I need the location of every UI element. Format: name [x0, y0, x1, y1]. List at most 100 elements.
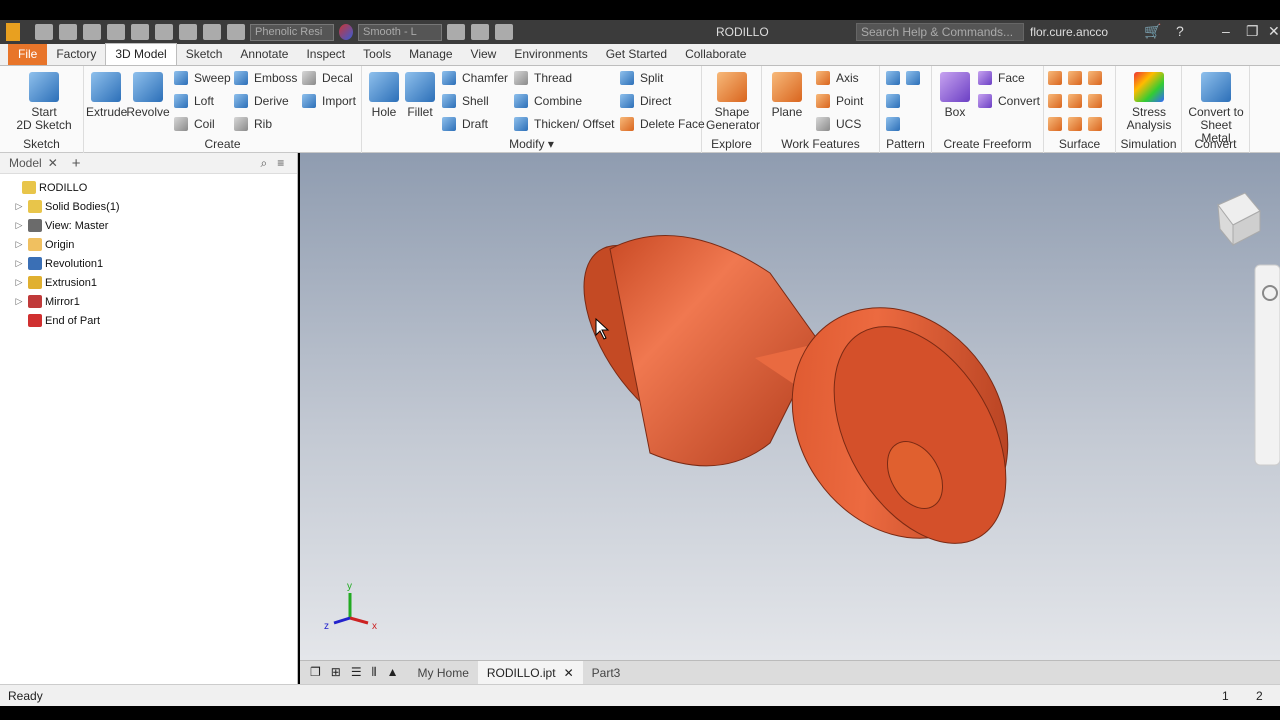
- revolve-button[interactable]: Revolve: [126, 72, 170, 119]
- expand-icon[interactable]: ▷: [14, 239, 24, 250]
- extrude-button[interactable]: Extrude: [86, 72, 127, 119]
- help-icon[interactable]: ?: [1176, 23, 1184, 39]
- sketch-pattern-button[interactable]: [886, 115, 906, 133]
- undo-icon[interactable]: [107, 24, 125, 40]
- coil-button[interactable]: Coil: [174, 115, 215, 133]
- axis-button[interactable]: Axis: [816, 69, 859, 87]
- tile-icon[interactable]: ⊞: [331, 665, 341, 680]
- redo-icon[interactable]: [131, 24, 149, 40]
- face-button[interactable]: Face: [978, 69, 1025, 87]
- search-input[interactable]: Search Help & Commands...: [856, 23, 1024, 41]
- doc-tab-home[interactable]: My Home: [409, 661, 478, 685]
- tab-environments[interactable]: Environments: [505, 44, 596, 65]
- restore-icon[interactable]: ❐: [1246, 23, 1259, 40]
- select-icon[interactable]: [203, 24, 221, 40]
- tree-node[interactable]: End of Part: [0, 311, 297, 330]
- graphics-window[interactable]: y x z: [300, 153, 1280, 660]
- stress-analysis-button[interactable]: Stress Analysis: [1122, 72, 1176, 132]
- tab-tools[interactable]: Tools: [354, 44, 400, 65]
- open-icon[interactable]: [59, 24, 77, 40]
- decal-button[interactable]: Decal: [302, 69, 353, 87]
- shell-button[interactable]: Shell: [442, 92, 489, 110]
- close-tab-icon[interactable]: ✕: [564, 666, 574, 680]
- tab-view[interactable]: View: [462, 44, 506, 65]
- tree-node[interactable]: ▷ Mirror1: [0, 292, 297, 311]
- horizontal-icon[interactable]: ☰: [351, 665, 362, 680]
- tree-node[interactable]: RODILLO: [0, 178, 297, 197]
- surface-tools-row-3[interactable]: [1048, 115, 1108, 133]
- chamfer-button[interactable]: Chamfer: [442, 69, 508, 87]
- fillet-button[interactable]: Fillet: [402, 72, 438, 119]
- rectangular-pattern-button[interactable]: [886, 69, 926, 87]
- close-browser-icon[interactable]: ✕: [48, 156, 58, 170]
- hole-button[interactable]: Hole: [366, 72, 402, 119]
- combine-button[interactable]: Combine: [514, 92, 582, 110]
- direct-button[interactable]: Direct: [620, 92, 671, 110]
- delete-face-button[interactable]: Delete Face: [620, 115, 705, 133]
- view-cube[interactable]: [1217, 192, 1261, 247]
- import-button[interactable]: Import: [302, 92, 356, 110]
- user-menu[interactable]: flor.cure.ancco: [1030, 25, 1108, 39]
- draft-button[interactable]: Draft: [442, 115, 488, 133]
- vertical-icon[interactable]: ⫴: [372, 665, 377, 680]
- tab-sketch[interactable]: Sketch: [177, 44, 232, 65]
- menu-icon[interactable]: ≡: [277, 156, 284, 170]
- thread-button[interactable]: Thread: [514, 69, 572, 87]
- cascade-icon[interactable]: ❐: [310, 665, 321, 680]
- tab-inspect[interactable]: Inspect: [297, 44, 354, 65]
- circular-pattern-button[interactable]: [886, 92, 906, 110]
- convert-sheet-metal-button[interactable]: Convert to Sheet Metal: [1184, 72, 1248, 145]
- expand-icon[interactable]: ▷: [14, 220, 24, 231]
- material-icon[interactable]: [227, 24, 245, 40]
- surface-tools-row-1[interactable]: [1048, 69, 1108, 87]
- cart-icon[interactable]: 🛒: [1144, 23, 1161, 40]
- appearance-dropdown[interactable]: Smooth - L: [358, 23, 442, 41]
- expand-icon[interactable]: ▷: [14, 258, 24, 269]
- derive-button[interactable]: Derive: [234, 92, 289, 110]
- loft-button[interactable]: Loft: [174, 92, 214, 110]
- thicken-offset-button[interactable]: Thicken/ Offset: [514, 115, 614, 133]
- tree-node[interactable]: ▷ Solid Bodies(1): [0, 197, 297, 216]
- up-arrow-icon[interactable]: ▲: [387, 665, 399, 680]
- tree-node[interactable]: ▷ Revolution1: [0, 254, 297, 273]
- panel-modify-label[interactable]: Modify ▾: [362, 137, 701, 151]
- ucs-button[interactable]: UCS: [816, 115, 861, 133]
- tab-factory[interactable]: Factory: [47, 44, 105, 65]
- box-button[interactable]: Box: [936, 72, 974, 119]
- split-button[interactable]: Split: [620, 69, 663, 87]
- plane-button[interactable]: Plane: [768, 72, 806, 119]
- expand-icon[interactable]: ▷: [14, 201, 24, 212]
- tab-manage[interactable]: Manage: [400, 44, 461, 65]
- shape-generator-button[interactable]: Shape Generator: [706, 72, 760, 132]
- tree-node[interactable]: ▷ Extrusion1: [0, 273, 297, 292]
- clear-appearance-icon[interactable]: [447, 24, 465, 40]
- convert-freeform-button[interactable]: Convert: [978, 92, 1040, 110]
- browser-title[interactable]: Model: [9, 156, 42, 170]
- tab-file[interactable]: File: [8, 44, 48, 65]
- rib-button[interactable]: Rib: [234, 115, 272, 133]
- doc-tab-part3[interactable]: Part3: [583, 661, 630, 685]
- surface-tools-row-2[interactable]: [1048, 92, 1108, 110]
- doc-tab-active[interactable]: RODILLO.ipt ✕: [477, 660, 583, 685]
- tree-node[interactable]: ▷ Origin: [0, 235, 297, 254]
- close-icon[interactable]: ✕: [1268, 23, 1280, 40]
- fx-icon[interactable]: [471, 24, 489, 40]
- expand-icon[interactable]: ▷: [14, 296, 24, 307]
- new-icon[interactable]: [35, 24, 53, 40]
- home-icon[interactable]: [155, 24, 173, 40]
- update-icon[interactable]: [179, 24, 197, 40]
- tab-collaborate[interactable]: Collaborate: [676, 44, 755, 65]
- minimize-icon[interactable]: –: [1222, 23, 1230, 39]
- add-icon[interactable]: [495, 24, 513, 40]
- emboss-button[interactable]: Emboss: [234, 69, 297, 87]
- sweep-button[interactable]: Sweep: [174, 69, 231, 87]
- material-dropdown[interactable]: Phenolic Resi: [250, 23, 334, 41]
- tab-3d-model[interactable]: 3D Model: [105, 43, 177, 65]
- add-browser-icon[interactable]: +: [72, 155, 81, 172]
- start-sketch-button[interactable]: Start 2D Sketch: [16, 72, 72, 132]
- search-icon[interactable]: ⌕: [261, 156, 268, 171]
- tree-node[interactable]: ▷ View: Master: [0, 216, 297, 235]
- expand-icon[interactable]: ▷: [14, 277, 24, 288]
- tab-annotate[interactable]: Annotate: [231, 44, 297, 65]
- tab-get-started[interactable]: Get Started: [597, 44, 676, 65]
